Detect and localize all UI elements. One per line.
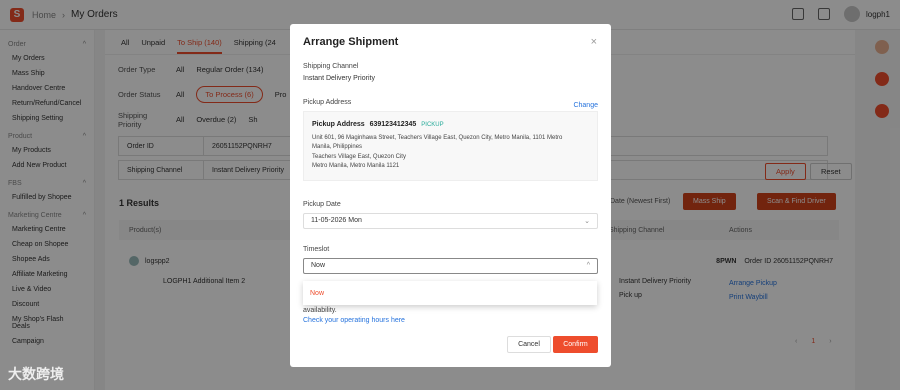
confirm-button[interactable]: Confirm bbox=[553, 336, 598, 353]
pickup-date-value: 11-05-2026 Mon bbox=[311, 217, 362, 224]
address-phone: 639123412345 bbox=[369, 121, 417, 128]
address-head: Pickup Address bbox=[312, 121, 365, 128]
chevron-down-icon: ⌄ bbox=[584, 217, 590, 225]
timeslot-select[interactable]: Now ^ bbox=[303, 257, 598, 274]
shipping-channel-label: Shipping Channel bbox=[303, 63, 359, 70]
address-line-4: Metro Manila, Metro Manila 1121 bbox=[312, 163, 400, 169]
close-icon[interactable]: × bbox=[591, 36, 597, 48]
arrange-shipment-modal: Arrange Shipment × Shipping Channel Inst… bbox=[290, 24, 611, 367]
address-line-2: Manila, Philippines bbox=[312, 144, 363, 150]
chevron-up-icon: ^ bbox=[586, 262, 590, 269]
operating-hours-link[interactable]: Check your operating hours here bbox=[303, 316, 405, 326]
change-address-link[interactable]: Change bbox=[573, 102, 598, 109]
address-line-1: Unit 601, 96 Maginhawa Street, Teachers … bbox=[312, 134, 563, 141]
pickup-date-select[interactable]: 11-05-2026 Mon ⌄ bbox=[303, 212, 598, 229]
availability-note: availability. Check your operating hours… bbox=[303, 307, 405, 326]
timeslot-option-now[interactable]: Now bbox=[303, 281, 597, 305]
pickup-date-label: Pickup Date bbox=[303, 200, 341, 208]
watermark: 大数跨境 bbox=[8, 366, 64, 382]
timeslot-label: Timeslot bbox=[303, 245, 330, 253]
address-line-3: Teachers Village East, Quezon City bbox=[312, 153, 406, 160]
shipping-channel-value: Instant Delivery Priority bbox=[303, 75, 375, 82]
modal-title: Arrange Shipment bbox=[303, 36, 399, 48]
timeslot-value: Now bbox=[311, 262, 326, 269]
pickup-tag: PICKUP bbox=[421, 122, 444, 128]
pickup-address-label: Pickup Address bbox=[303, 99, 352, 106]
cancel-button[interactable]: Cancel bbox=[507, 336, 551, 353]
pickup-address-card: Pickup Address 639123412345 PICKUP Unit … bbox=[303, 111, 598, 181]
